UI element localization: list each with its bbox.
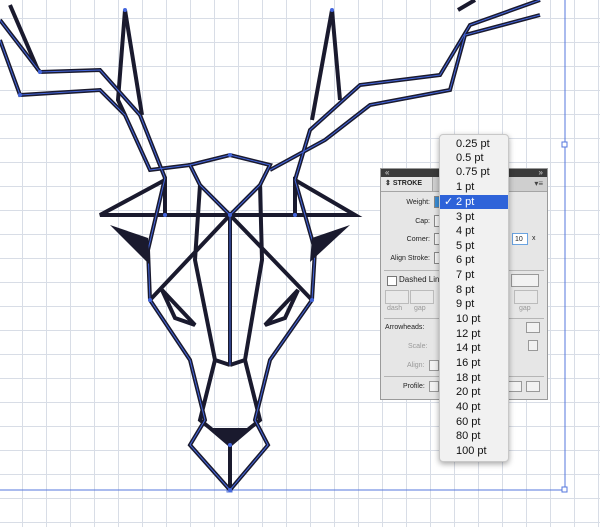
anchor-point[interactable]: [330, 8, 334, 12]
align-label: Align:: [407, 362, 425, 369]
swap-arrowheads-icon[interactable]: [526, 322, 540, 333]
bbox-handle[interactable]: [561, 141, 568, 148]
anchor-point[interactable]: [123, 8, 127, 12]
anchor-point[interactable]: [18, 93, 22, 97]
anchor-point[interactable]: [148, 298, 152, 302]
weight-option[interactable]: 14 pt: [440, 341, 508, 355]
weight-option[interactable]: 4 pt: [440, 224, 508, 238]
expand-icon[interactable]: »: [539, 168, 543, 177]
tab-stroke[interactable]: ⇕ STROKE: [381, 177, 433, 191]
weight-option[interactable]: 60 pt: [440, 415, 508, 429]
weight-option[interactable]: 80 pt: [440, 429, 508, 443]
gap-label-2: gap: [519, 305, 531, 312]
face-diag-left: [148, 213, 235, 302]
flip-across-icon[interactable]: [526, 381, 540, 392]
cap-label: Cap:: [415, 218, 430, 225]
weight-option[interactable]: 9 pt: [440, 297, 508, 311]
panel-menu-icon[interactable]: ▾≡: [534, 179, 543, 188]
bbox-handle[interactable]: [561, 486, 568, 493]
anchor-point[interactable]: [293, 213, 297, 217]
anchor-point[interactable]: [228, 443, 232, 447]
left-eye: [160, 288, 197, 327]
anchor-point[interactable]: [163, 213, 167, 217]
left-ear-fill: [110, 225, 150, 265]
face-diag-right: [225, 213, 314, 302]
face-left-side: [145, 177, 232, 492]
weight-option[interactable]: 18 pt: [440, 371, 508, 385]
weight-option[interactable]: 40 pt: [440, 400, 508, 414]
tab-stroke-label: STROKE: [392, 180, 422, 187]
checkmark-icon: ✓: [444, 196, 454, 208]
weight-option[interactable]: 1 pt: [440, 180, 508, 194]
weight-option[interactable]: 100 pt: [440, 444, 508, 458]
gap-label: gap: [414, 305, 426, 312]
dashed-line-label: Dashed Line: [399, 275, 444, 284]
arrow-align-button[interactable]: [429, 360, 439, 371]
left-ear: [99, 176, 167, 217]
anchor-point[interactable]: [310, 298, 314, 302]
anchor-point[interactable]: [38, 70, 42, 74]
weight-option-selected[interactable]: ✓ 2 pt: [440, 195, 508, 209]
weight-option[interactable]: 3 pt: [440, 210, 508, 224]
tab-arrows-icon: ⇕: [385, 180, 391, 187]
anchor-point[interactable]: [228, 488, 232, 492]
weight-option[interactable]: 0.5 pt: [440, 151, 508, 165]
right-antler-spike: [310, 9, 334, 121]
profile-select[interactable]: [429, 381, 439, 392]
anchor-point[interactable]: [228, 213, 232, 217]
scale-label: Scale:: [408, 343, 428, 350]
link-scale-icon[interactable]: [528, 340, 538, 351]
weight-option[interactable]: 0.25 pt: [440, 137, 508, 151]
dash-label: dash: [387, 305, 403, 312]
weight-option[interactable]: 7 pt: [440, 268, 508, 282]
head-crown: [187, 152, 273, 218]
dash-align-button[interactable]: [511, 274, 539, 287]
collapse-icon[interactable]: «: [385, 168, 389, 177]
limit-suffix: x: [532, 235, 536, 242]
corner-label: Corner:: [406, 236, 430, 243]
profile-label: Profile:: [403, 383, 425, 390]
weight-option[interactable]: 12 pt: [440, 327, 508, 341]
weight-option[interactable]: 5 pt: [440, 239, 508, 253]
weight-dropdown-menu: 0.25 pt 0.5 pt 0.75 pt 1 pt ✓ 2 pt 3 pt …: [439, 134, 509, 462]
right-antler-spike-2: [330, 9, 342, 101]
limit-input[interactable]: 10: [512, 233, 528, 245]
weight-label: Weight:: [406, 199, 430, 206]
nose-fill: [210, 428, 250, 445]
right-eye: [263, 288, 300, 327]
weight-option[interactable]: 6 pt: [440, 253, 508, 267]
weight-option[interactable]: 8 pt: [440, 283, 508, 297]
align-stroke-label: Align Stroke:: [390, 255, 430, 262]
weight-option[interactable]: 10 pt: [440, 312, 508, 326]
dashed-line-checkbox[interactable]: [387, 276, 397, 286]
weight-option[interactable]: 0.75 pt: [440, 165, 508, 179]
flip-along-icon[interactable]: [508, 381, 522, 392]
weight-option[interactable]: 20 pt: [440, 385, 508, 399]
weight-option[interactable]: 16 pt: [440, 356, 508, 370]
right-antler-tip: [456, 0, 477, 12]
arrowheads-label: Arrowheads:: [385, 324, 425, 331]
anchor-point[interactable]: [228, 153, 232, 157]
weight-option-label: 2 pt: [456, 196, 475, 208]
